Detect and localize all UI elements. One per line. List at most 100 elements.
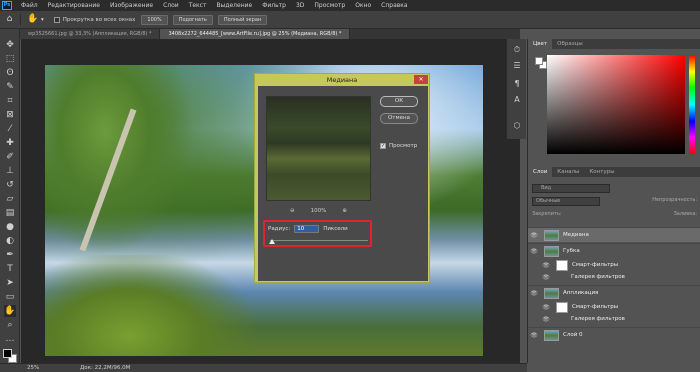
crop-icon[interactable]: ⌗ <box>4 95 16 107</box>
layer-row[interactable]: 👁 Слой 0 <box>528 327 700 342</box>
move-icon[interactable]: ✥ <box>4 39 16 51</box>
layer-name: Аппликация <box>563 290 599 296</box>
color-panel-tabs: Цвет Образцы <box>528 39 700 49</box>
color-picker-field[interactable] <box>547 55 685 154</box>
menu-view[interactable]: Просмотр <box>309 2 350 9</box>
stamp-icon[interactable]: ⊥ <box>4 165 16 177</box>
menu-file[interactable]: Файл <box>16 2 43 9</box>
eye-icon[interactable]: 👁 <box>540 262 552 269</box>
zoom-out-icon[interactable]: ⊖ <box>290 208 295 214</box>
layer-thumbnail <box>544 229 559 241</box>
filter-gallery-row[interactable]: 👁 Галерея фильтров <box>528 313 700 325</box>
tool-preset-dropdown-icon[interactable]: ▾ <box>41 17 44 23</box>
character-icon[interactable]: A <box>512 95 522 105</box>
layer-name: Медиана <box>563 232 589 238</box>
history-icon[interactable]: ⏱ <box>512 45 522 55</box>
shape-icon[interactable]: ▭ <box>4 291 16 303</box>
hand-icon[interactable]: ✋ <box>27 14 38 25</box>
menu-3d[interactable]: 3D <box>291 2 309 9</box>
menu-filter[interactable]: Фильтр <box>257 2 291 9</box>
zoom-100-button[interactable]: 100% <box>141 14 168 25</box>
preview-checkbox[interactable]: ✓ <box>380 143 386 149</box>
status-doc-size[interactable]: Док: 22,2M/96,0M <box>80 364 130 372</box>
scroll-all-windows-checkbox[interactable] <box>53 16 60 23</box>
zoom-icon[interactable]: ⌕ <box>4 319 16 331</box>
lasso-icon[interactable]: ʘ <box>4 67 16 79</box>
tab-swatches[interactable]: Образцы <box>552 39 588 49</box>
eye-icon[interactable]: 👁 <box>528 232 540 239</box>
preview-label: Просмотр <box>389 143 418 149</box>
preview-zoom-level: 100% <box>310 208 327 214</box>
menu-select[interactable]: Выделение <box>211 2 257 9</box>
layer-row[interactable]: 👁 Медиана <box>528 227 700 242</box>
layer-row[interactable]: 👁 Губка <box>528 243 700 258</box>
fullscreen-button[interactable]: Полный экран <box>217 14 268 25</box>
pen-icon[interactable]: ✒ <box>4 249 16 261</box>
frame-icon[interactable]: ⊠ <box>4 109 16 121</box>
more-icon[interactable]: … <box>4 333 16 345</box>
photoshop-logo: Ps <box>2 1 12 10</box>
status-zoom[interactable]: 25% <box>27 364 39 372</box>
zoom-in-icon[interactable]: ⊕ <box>342 208 347 214</box>
menu-window[interactable]: Окно <box>350 2 376 9</box>
preview-zoom-row: ⊖ 100% ⊕ <box>266 206 371 216</box>
eye-icon[interactable]: 👁 <box>528 290 540 297</box>
blend-row: Обычные Непрозрачность: <box>532 197 697 206</box>
layer-name: Слой 0 <box>563 332 583 338</box>
eye-icon[interactable]: 👁 <box>528 332 540 339</box>
home-icon[interactable]: ⌂ <box>4 14 15 25</box>
healing-icon[interactable]: ✚ <box>4 137 16 149</box>
scroll-all-windows-label: Прокрутка во всех окнах <box>62 16 136 23</box>
smart-filters-row[interactable]: 👁 Смарт-фильтры <box>528 259 700 271</box>
layer-thumbnail <box>544 329 559 341</box>
dodge-icon[interactable]: ◐ <box>4 235 16 247</box>
menu-help[interactable]: Справка <box>376 2 412 9</box>
type-icon[interactable]: T <box>4 263 16 275</box>
eye-icon[interactable]: 👁 <box>540 316 552 323</box>
eraser-icon[interactable]: ▱ <box>4 193 16 205</box>
eyedropper-icon[interactable]: ⁄ <box>4 123 16 135</box>
quick-select-icon[interactable]: ✎ <box>4 81 16 93</box>
eye-icon[interactable]: 👁 <box>528 248 540 255</box>
hand-icon[interactable]: ✋ <box>4 305 16 317</box>
history-brush-icon[interactable]: ↺ <box>4 179 16 191</box>
properties-icon[interactable]: ☰ <box>512 61 522 71</box>
blend-mode-select[interactable]: Обычные <box>532 197 600 206</box>
filter-preview[interactable] <box>266 96 371 201</box>
panel-foreground-swatch[interactable] <box>535 57 543 65</box>
tab-layers[interactable]: Слои <box>528 167 553 177</box>
foreground-color-swatch[interactable] <box>3 349 12 358</box>
brush-icon[interactable]: ✐ <box>4 151 16 163</box>
filter-gallery-row[interactable]: 👁 Галерея фильтров <box>528 271 700 283</box>
close-icon[interactable]: ✕ <box>414 75 428 84</box>
menu-edit[interactable]: Редактирование <box>43 2 105 9</box>
layer-filter-input[interactable]: Вид <box>532 184 610 193</box>
smart-filters-label: Смарт-фильтры <box>572 304 619 310</box>
menu-layers[interactable]: Слои <box>158 2 184 9</box>
doc-tab[interactable]: wp3525661.jpg @ 33,3% (Аппликация, RGB/8… <box>20 29 161 39</box>
layer-row[interactable]: 👁 Аппликация <box>528 285 700 300</box>
tab-color[interactable]: Цвет <box>528 39 553 49</box>
eye-icon[interactable]: 👁 <box>540 274 552 281</box>
cancel-button[interactable]: Отмена <box>380 113 418 124</box>
marquee-icon[interactable]: ⬚ <box>4 53 16 65</box>
opacity-label: Непрозрачность: <box>652 197 697 203</box>
dialog-title[interactable]: Медиана ✕ <box>255 74 429 86</box>
paragraph-icon[interactable]: ¶ <box>512 79 522 89</box>
tab-channels[interactable]: Каналы <box>552 167 584 177</box>
gradient-icon[interactable]: ▤ <box>4 207 16 219</box>
doc-tab-active[interactable]: 3408x2272_644485_[www.ArtFile.ru].jpg @ … <box>160 29 351 39</box>
tab-paths[interactable]: Контуры <box>584 167 619 177</box>
menu-type[interactable]: Текст <box>184 2 212 9</box>
menu-image[interactable]: Изображение <box>105 2 158 9</box>
panel-icon-strip: ⏱ ☰ ¶ A ⬡ <box>506 39 526 139</box>
median-dialog: Медиана ✕ ⊖ 100% ⊕ ОК Отмена ✓ Просмотр … <box>254 73 430 283</box>
blur-icon[interactable]: ● <box>4 221 16 233</box>
eye-icon[interactable]: 👁 <box>540 304 552 311</box>
smart-filters-row[interactable]: 👁 Смарт-фильтры <box>528 301 700 313</box>
path-select-icon[interactable]: ➤ <box>4 277 16 289</box>
fit-screen-button[interactable]: Подогнать <box>172 14 213 25</box>
ok-button[interactable]: ОК <box>380 96 418 107</box>
3d-icon[interactable]: ⬡ <box>512 121 522 131</box>
hue-slider[interactable] <box>689 55 695 154</box>
